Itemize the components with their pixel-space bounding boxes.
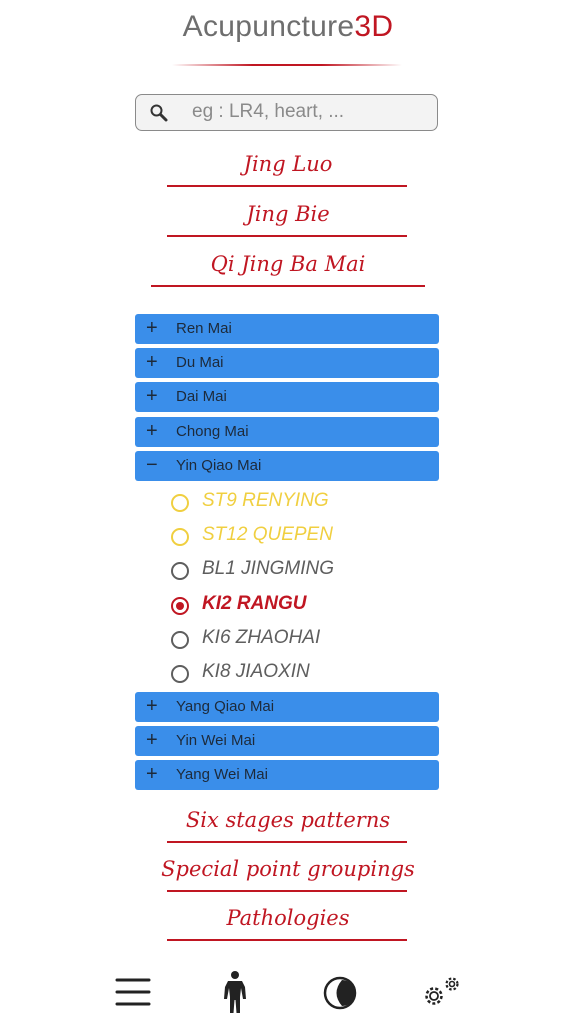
radio-icon[interactable]: [171, 597, 189, 615]
link-jing-bie[interactable]: Jing Bie: [0, 202, 576, 226]
link-special-point-groupings[interactable]: Special point groupings: [0, 857, 576, 881]
vessel-label: Chong Mai: [176, 423, 249, 440]
radio-icon[interactable]: [171, 562, 189, 580]
contrast-icon: [323, 976, 357, 1010]
radio-icon[interactable]: [171, 631, 189, 649]
link-six-stages-patterns[interactable]: Six stages patterns: [0, 808, 576, 832]
title-divider: [172, 64, 402, 66]
vessel-chong-mai[interactable]: + Chong Mai: [135, 417, 439, 447]
expand-icon: +: [146, 385, 158, 407]
menu-icon: [115, 978, 151, 1006]
expand-icon: +: [146, 420, 158, 442]
link-jing-luo[interactable]: Jing Luo: [0, 152, 576, 176]
vessel-label: Yin Qiao Mai: [176, 457, 262, 474]
point-label: ST9 RENYING: [202, 490, 329, 511]
vessel-label: Yang Wei Mai: [176, 766, 268, 783]
vessel-yang-qiao-mai[interactable]: + Yang Qiao Mai: [135, 692, 439, 722]
link-jing-luo-underline: [167, 185, 407, 187]
nav-settings[interactable]: [418, 970, 466, 1014]
expand-icon: +: [146, 317, 158, 339]
vessel-yang-wei-mai[interactable]: + Yang Wei Mai: [135, 760, 439, 790]
link-six-stages-underline: [167, 841, 407, 843]
vessel-label: Ren Mai: [176, 320, 232, 337]
link-jing-bie-underline: [167, 235, 407, 237]
vessel-ren-mai[interactable]: + Ren Mai: [135, 314, 439, 344]
vessel-label: Yin Wei Mai: [176, 732, 256, 749]
link-qi-jing-ba-mai-underline: [151, 285, 425, 287]
vessel-label: Du Mai: [176, 354, 224, 371]
nav-contrast[interactable]: [320, 970, 360, 1014]
vessel-label: Dai Mai: [176, 388, 227, 405]
search-box[interactable]: [135, 94, 438, 131]
point-label: KI8 JIAOXIN: [202, 661, 310, 682]
link-special-point-underline: [167, 890, 407, 892]
point-label: ST12 QUEPEN: [202, 524, 333, 545]
nav-menu[interactable]: [113, 970, 153, 1014]
app-title-accent: 3D: [354, 10, 394, 43]
body-icon: [224, 971, 246, 1013]
link-pathologies-underline: [167, 939, 407, 941]
search-input[interactable]: [192, 99, 422, 125]
search-icon: [150, 104, 168, 122]
app-title: Acupuncture3D: [0, 10, 576, 44]
radio-selected-dot: [176, 602, 184, 610]
vessel-label: Yang Qiao Mai: [176, 698, 275, 715]
radio-icon[interactable]: [171, 528, 189, 546]
expand-icon: +: [146, 729, 158, 751]
link-pathologies[interactable]: Pathologies: [0, 906, 576, 930]
vessel-yin-wei-mai[interactable]: + Yin Wei Mai: [135, 726, 439, 756]
settings-icon: [425, 977, 459, 1005]
vessel-dai-mai[interactable]: + Dai Mai: [135, 382, 439, 412]
nav-body[interactable]: [217, 970, 253, 1014]
vessel-du-mai[interactable]: + Du Mai: [135, 348, 439, 378]
radio-icon[interactable]: [171, 665, 189, 683]
point-label: KI2 RANGU: [202, 593, 307, 614]
expand-icon: +: [146, 763, 158, 785]
vessel-yin-qiao-mai[interactable]: − Yin Qiao Mai: [135, 451, 439, 481]
link-qi-jing-ba-mai[interactable]: Qi Jing Ba Mai: [0, 252, 576, 276]
radio-icon[interactable]: [171, 494, 189, 512]
expand-icon: +: [146, 351, 158, 373]
collapse-icon: −: [146, 454, 158, 476]
point-label: BL1 JINGMING: [202, 558, 334, 579]
point-label: KI6 ZHAOHAI: [202, 627, 321, 648]
expand-icon: +: [146, 695, 158, 717]
app-title-main: Acupuncture: [182, 10, 355, 43]
